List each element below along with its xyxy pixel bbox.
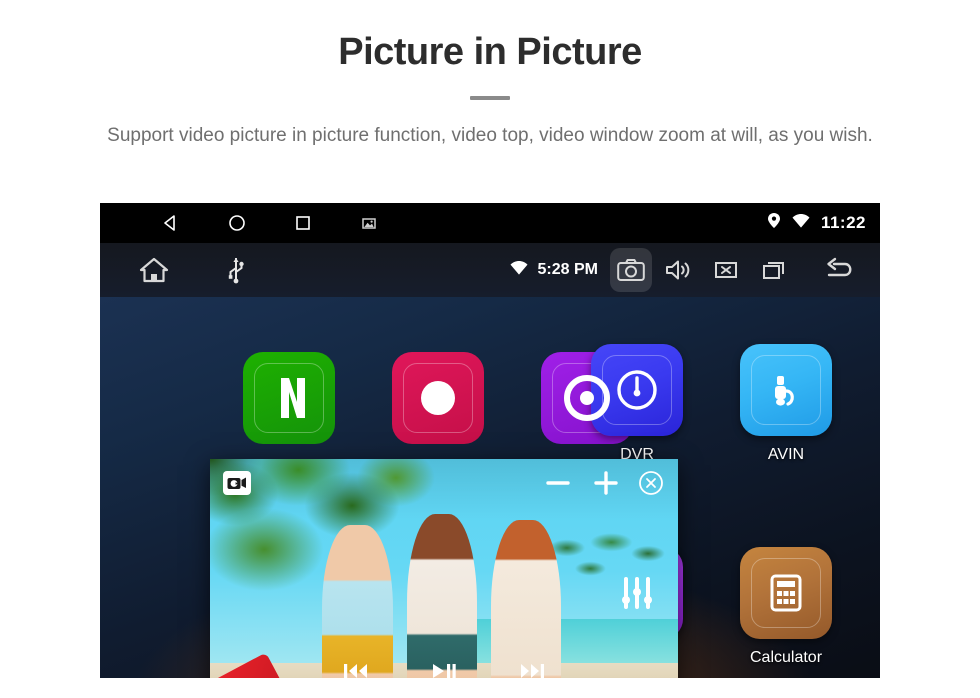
title-divider bbox=[470, 95, 510, 100]
mute-icon[interactable] bbox=[704, 249, 748, 291]
back-icon[interactable] bbox=[160, 212, 182, 234]
toolbar-wifi-time: 5:28 PM bbox=[509, 260, 598, 281]
home-circle-icon[interactable] bbox=[226, 212, 248, 234]
wifi-icon bbox=[791, 213, 811, 234]
page-subtitle: Support video picture in picture functio… bbox=[107, 124, 873, 146]
gauge-icon bbox=[617, 370, 657, 410]
pip-playback-controls bbox=[210, 661, 678, 678]
home-icon[interactable] bbox=[132, 249, 176, 291]
zoom-out-button[interactable] bbox=[542, 467, 574, 499]
video-camera-icon[interactable] bbox=[223, 471, 251, 495]
device-screenshot: 11:22 5:28 PM DVR AVIN Calculator bbox=[100, 203, 880, 678]
android-status-bar: 11:22 bbox=[100, 203, 880, 243]
volume-icon[interactable] bbox=[656, 249, 700, 291]
previous-track-button[interactable] bbox=[343, 661, 369, 678]
app-label-calculator: Calculator bbox=[749, 649, 823, 666]
recents-square-icon[interactable] bbox=[292, 212, 314, 234]
status-bar-clock: 11:22 bbox=[820, 213, 866, 232]
wifi-icon bbox=[509, 260, 529, 281]
recent-apps-icon[interactable] bbox=[752, 249, 796, 291]
close-button[interactable] bbox=[638, 470, 664, 496]
sliders-icon bbox=[622, 577, 652, 609]
usb-icon[interactable] bbox=[214, 249, 258, 291]
toolbar-clock: 5:28 PM bbox=[537, 261, 598, 278]
location-pin-icon bbox=[767, 212, 781, 234]
calculator-icon bbox=[770, 574, 802, 612]
zoom-in-button[interactable] bbox=[590, 467, 622, 499]
app-tile-avin[interactable] bbox=[740, 344, 832, 436]
app-toolbar: 5:28 PM bbox=[100, 243, 880, 297]
rca-plug-icon bbox=[775, 376, 794, 406]
screenshot-icon[interactable] bbox=[358, 212, 380, 234]
play-pause-button[interactable] bbox=[431, 661, 457, 678]
pip-video-window[interactable]: Seicane bbox=[210, 459, 678, 678]
toolbar-right-group: 5:28 PM bbox=[509, 248, 862, 292]
android-desktop: DVR AVIN Calculator bbox=[100, 297, 880, 678]
page-header: Picture in Picture Support video picture… bbox=[0, 0, 980, 150]
app-label-avin: AVIN bbox=[767, 446, 805, 463]
app-tile-calculator[interactable] bbox=[740, 547, 832, 639]
page-title: Picture in Picture bbox=[338, 31, 642, 73]
next-track-button[interactable] bbox=[519, 661, 545, 678]
app-tile-siriusxm-peek[interactable] bbox=[392, 352, 484, 444]
app-cell-calculator[interactable]: Calculator bbox=[721, 547, 851, 667]
app-tile-netflix-peek[interactable] bbox=[243, 352, 335, 444]
navigation-buttons bbox=[160, 212, 380, 234]
pip-window-controls bbox=[542, 467, 664, 499]
toolbar-left-group bbox=[132, 249, 258, 291]
back-arrow-icon[interactable] bbox=[818, 249, 862, 291]
status-bar-right: 11:22 bbox=[767, 212, 866, 234]
camera-button[interactable] bbox=[610, 248, 652, 292]
app-cell-avin[interactable]: AVIN bbox=[721, 344, 851, 464]
